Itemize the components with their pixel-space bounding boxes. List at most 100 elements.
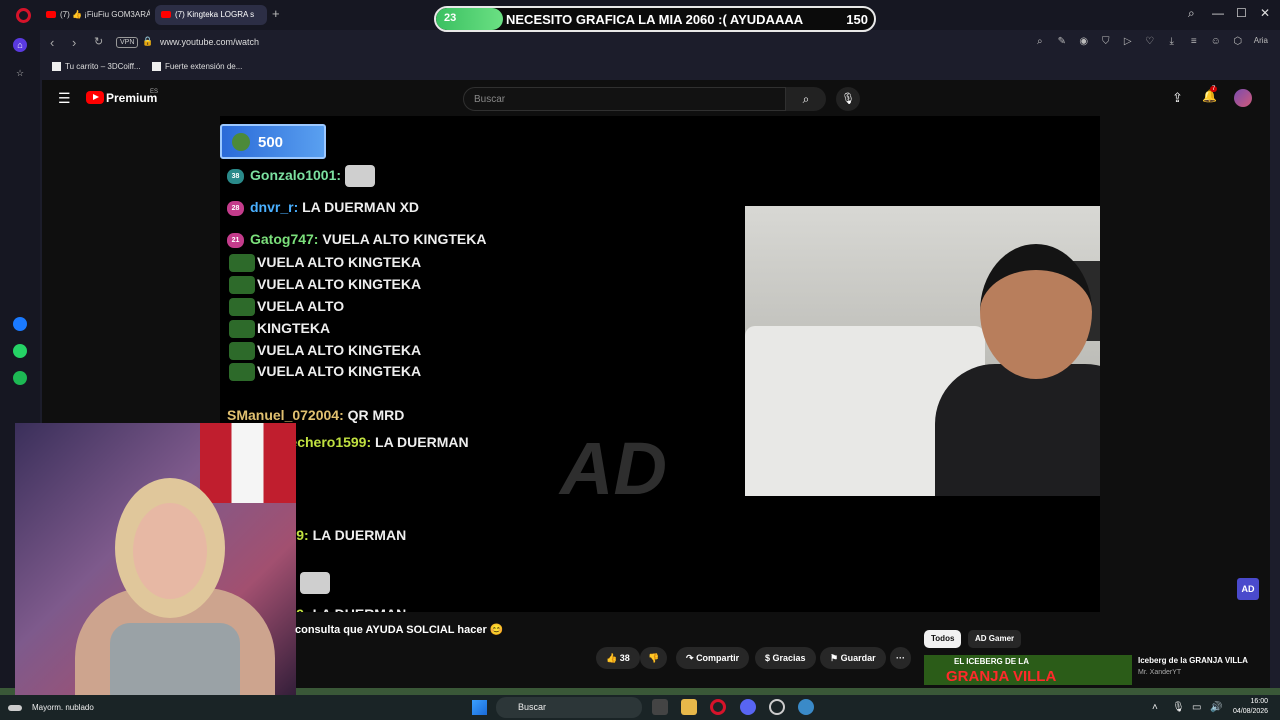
aria-button[interactable]: Aria (1254, 36, 1268, 47)
tab-label: (7) 👍 ¡FiuFiu GOM3ARÁ (60, 10, 150, 19)
save-button[interactable]: ⚑ Guardar (820, 647, 886, 669)
chat-text: LA DUERMAN (312, 527, 407, 543)
chat-username: dnvr_r: (250, 199, 303, 215)
chat-text: VUELA ALTO KINGTEKA (257, 342, 422, 358)
emote-icon (229, 363, 255, 382)
play-icon[interactable]: ▷ (1122, 36, 1134, 47)
goal-current-value: 23 (444, 12, 457, 24)
search-button[interactable]: ⌕ (786, 87, 826, 111)
url-field[interactable]: www.youtube.com/watch (160, 37, 259, 47)
address-bar: ‹ › ↻ VPN 🔒 www.youtube.com/watch ⌕ ✎ ◉ … (40, 30, 1280, 56)
recommendation-title[interactable]: Iceberg de la GRANJA VILLA (1138, 656, 1248, 665)
chat-message: VUELA ALTO (227, 295, 517, 317)
profile-icon[interactable]: ☺ (1210, 36, 1222, 47)
chat-message: VUELA ALTO KINGTEKA (227, 273, 517, 295)
tab-fiufiu[interactable]: (7) 👍 ¡FiuFiu GOM3ARÁ (40, 5, 150, 25)
clock[interactable]: 16:00 04/08/2026 (1233, 697, 1268, 717)
taskbar-search[interactable]: Buscar (496, 697, 642, 718)
mic-tray-icon[interactable]: 🎙 (1172, 702, 1185, 713)
lock-icon[interactable]: 🔒 (142, 36, 153, 47)
close-icon[interactable]: ✕ (1260, 6, 1270, 20)
file-explorer-icon[interactable] (681, 699, 697, 715)
settings-icon[interactable] (798, 699, 814, 715)
thanks-button[interactable]: $ Gracias (755, 647, 816, 669)
thumbnail-text: GRANJA VILLA (946, 668, 1057, 685)
tab-kingteka[interactable]: (7) Kingteka LOGRA s (155, 5, 267, 25)
heart-icon[interactable]: ♡ (1144, 36, 1156, 47)
hamburger-menu-icon[interactable]: ☰ (58, 90, 71, 107)
whatsapp-icon[interactable] (13, 344, 27, 358)
zoom-icon[interactable]: ⌕ (1034, 36, 1046, 47)
chat-text: LA DUERMAN (313, 606, 407, 612)
chat-message: VUELA ALTO KINGTEKA (227, 339, 517, 361)
shield-icon[interactable]: ⛉ (1100, 36, 1112, 47)
channel-watermark-logo[interactable]: AD (1237, 578, 1259, 600)
like-button[interactable]: 👍 38 (596, 647, 640, 669)
home-icon[interactable]: ⌂ (13, 38, 27, 52)
forward-icon[interactable]: › (72, 35, 76, 50)
app-icon[interactable] (769, 699, 785, 715)
chat-text: LA DUERMAN (375, 434, 469, 450)
streamer-webcam-feed (745, 206, 1100, 496)
region-label: ES (150, 89, 159, 95)
video-title: consulta que AYUDA SOLCIAL hacer 😊 (295, 624, 504, 636)
avatar[interactable] (1234, 89, 1252, 107)
discord-icon[interactable] (740, 699, 756, 715)
chat-message: VUELA ALTO KINGTEKA (227, 251, 517, 273)
search-tabs-icon[interactable]: ⌕ (1188, 6, 1195, 21)
chip-todos[interactable]: Todos (924, 630, 962, 648)
extension-icon[interactable]: ⬡ (1232, 36, 1244, 47)
edit-icon[interactable]: ✎ (1056, 36, 1068, 47)
chat-username: SManuel_072004: (227, 407, 348, 423)
volume-icon[interactable]: 🔊 (1210, 702, 1222, 713)
reload-icon[interactable]: ↻ (94, 35, 103, 48)
chip-ad-gamer[interactable]: AD Gamer (968, 630, 1022, 648)
upload-icon[interactable]: ⇪ (1172, 90, 1183, 106)
recommendation-channel[interactable]: Mr. XanderYT (1138, 669, 1181, 676)
new-tab-icon[interactable]: + (272, 6, 280, 21)
share-button[interactable]: ↷ Compartir (676, 647, 750, 669)
menu-icon[interactable]: ≡ (1188, 36, 1200, 47)
like-count: 38 (619, 653, 630, 663)
chat-text: VUELA ALTO KINGTEKA (257, 276, 422, 292)
bookmark-item[interactable]: Tu carrito – 3DCoiff... (52, 62, 141, 72)
opera-logo-icon[interactable] (16, 8, 31, 23)
emote-icon (229, 298, 255, 317)
download-icon[interactable]: ⤓ (1166, 36, 1178, 47)
mic-icon[interactable]: 🎙 (836, 87, 860, 111)
search-input[interactable]: Buscar (463, 87, 786, 111)
messenger-icon[interactable] (13, 317, 27, 331)
cam-person-face (133, 503, 207, 599)
goal-text: NECESITO GRAFICA LA MIA 2060 :( AYUDAAAA (506, 12, 804, 27)
tray-expand-icon[interactable]: ˄ (1152, 702, 1158, 713)
clock-date: 04/08/2026 (1233, 708, 1269, 715)
minimize-icon[interactable]: — (1212, 6, 1224, 20)
windows-start-icon[interactable] (472, 700, 487, 715)
thumbs-up-icon: 👍 (606, 653, 618, 663)
dislike-button[interactable]: 👎 (640, 647, 668, 669)
maximize-icon[interactable]: ☐ (1236, 6, 1247, 20)
back-icon[interactable]: ‹ (50, 35, 54, 50)
spotify-icon[interactable] (13, 371, 27, 385)
more-actions-button[interactable]: ··· (890, 647, 911, 669)
weather-label: Mayorm. nublado (32, 703, 94, 712)
video-player[interactable]: 500 38 Gonzalo1001: 28 dnvr_r: LA DUERMAN … (220, 116, 1100, 612)
opera-taskbar-icon[interactable] (710, 699, 726, 715)
thumbnail-text: EL ICEBERG DE LA (954, 657, 1029, 666)
star-icon[interactable]: ☆ (13, 66, 27, 80)
weather-widget[interactable]: Mayorm. nublado (8, 703, 94, 712)
task-view-icon[interactable] (652, 699, 668, 715)
clock-time: 16:00 (1250, 698, 1269, 705)
vpn-badge[interactable]: VPN (116, 37, 139, 48)
recommendation-thumbnail[interactable]: EL ICEBERG DE LA GRANJA VILLA (924, 655, 1132, 685)
display-tray-icon[interactable]: ▭ (1192, 702, 1201, 713)
share-icon: ↷ (686, 653, 694, 663)
thanks-icon: $ (765, 653, 771, 663)
youtube-logo-icon[interactable] (86, 91, 104, 104)
camera-icon[interactable]: ◉ (1078, 36, 1090, 47)
emote-icon (229, 342, 255, 361)
bookmark-item[interactable]: Fuerte extensión de... (152, 62, 242, 72)
chat-text: QR MRD (347, 407, 405, 423)
chat-message: KINGTEKA (227, 317, 517, 339)
chat-message: 28 dnvr_r: LA DUERMAN XD (227, 196, 517, 218)
